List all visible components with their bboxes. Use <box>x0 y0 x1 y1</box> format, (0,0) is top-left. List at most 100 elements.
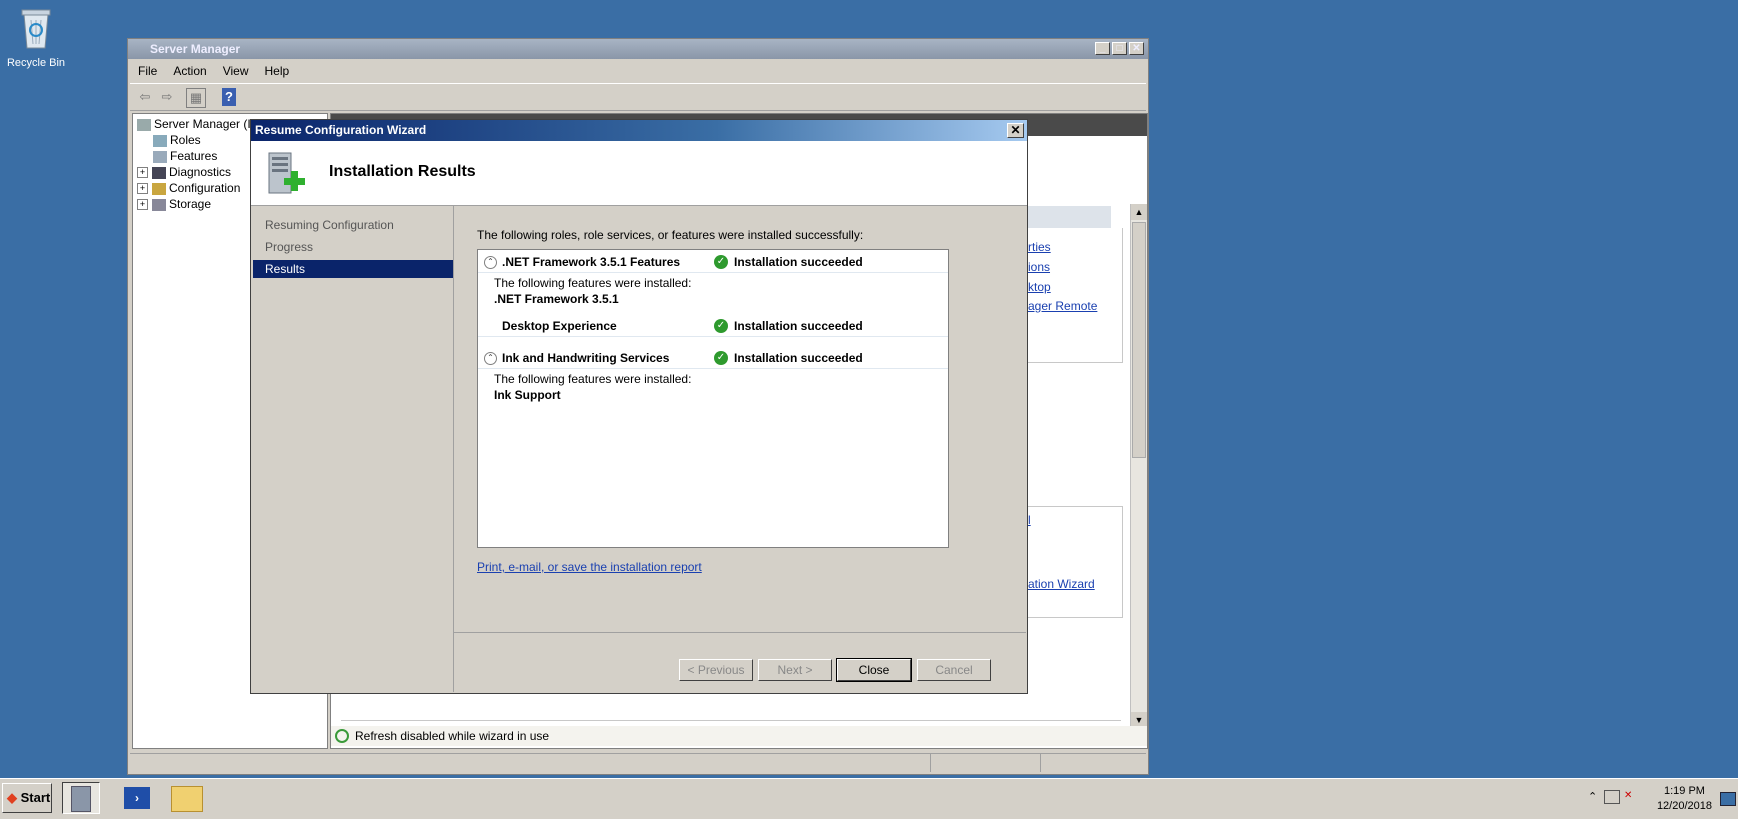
nav-step-results[interactable]: Results <box>253 260 453 278</box>
forward-arrow-icon[interactable]: ⇨ <box>158 88 176 106</box>
help-icon[interactable]: ? <box>222 88 236 106</box>
features-icon <box>153 150 167 163</box>
speaker-muted-icon[interactable]: ✕ <box>1624 790 1638 802</box>
result-sub-item: .NET Framework 3.5.1 <box>494 292 619 306</box>
scroll-thumb[interactable] <box>1132 222 1146 458</box>
server-add-icon <box>268 152 305 194</box>
recycle-bin-icon <box>21 9 51 49</box>
powershell-icon: › <box>124 787 150 809</box>
collapse-icon[interactable]: ⌃ <box>484 256 497 269</box>
tree-item-roles[interactable]: Roles <box>153 132 201 148</box>
status-divider <box>1040 754 1041 772</box>
result-sub-item: Ink Support <box>494 388 561 402</box>
taskbar: ◆ Start › ⌃ ✕ 1:19 PM 12/20/2018 <box>0 778 1738 819</box>
result-row: Desktop Experience ✓ Installation succee… <box>478 316 948 337</box>
menu-bar: File Action View Help <box>130 61 1146 81</box>
start-button[interactable]: ◆ Start <box>2 783 52 813</box>
installation-report-link[interactable]: Print, e-mail, or save the installation … <box>477 560 702 574</box>
wizard-titlebar[interactable]: Resume Configuration Wizard ✕ <box>251 120 1027 141</box>
menu-action[interactable]: Action <box>165 61 214 81</box>
result-name: .NET Framework 3.5.1 Features <box>502 255 681 269</box>
show-desktop-icon[interactable] <box>1720 792 1736 806</box>
menu-file[interactable]: File <box>130 61 165 81</box>
clock-time: 1:19 PM <box>1663 785 1705 797</box>
result-status: Installation succeeded <box>734 351 863 365</box>
storage-icon <box>152 198 166 211</box>
expand-icon[interactable]: + <box>137 183 148 195</box>
nav-step-resuming-configuration[interactable]: Resuming Configuration <box>253 216 453 234</box>
results-intro-text: The following roles, role services, or f… <box>477 228 864 242</box>
resume-configuration-wizard-dialog: Resume Configuration Wizard ✕ Installati… <box>250 119 1028 694</box>
action-link-configurations[interactable]: ions <box>1028 260 1050 274</box>
taskbar-explorer[interactable] <box>168 782 206 814</box>
network-icon[interactable] <box>1604 790 1620 804</box>
server-manager-titlebar[interactable]: Server Manager _ □ ✕ <box>128 39 1148 59</box>
system-tray: ⌃ ✕ 1:19 PM 12/20/2018 <box>1588 782 1738 816</box>
result-sub-label: The following features were installed: <box>494 372 692 386</box>
recycle-bin-label: Recycle Bin <box>6 57 66 69</box>
result-status: Installation succeeded <box>734 319 863 333</box>
scroll-up-icon[interactable]: ▲ <box>1131 204 1147 220</box>
clock[interactable]: 1:19 PM 12/20/2018 <box>1657 784 1712 814</box>
start-label: Start <box>20 790 51 805</box>
window-controls: _ □ ✕ <box>1095 42 1144 55</box>
result-sub-label: The following features were installed: <box>494 276 692 290</box>
server-icon <box>137 118 151 131</box>
maximize-button[interactable]: □ <box>1112 42 1127 55</box>
wizard-content: The following roles, role services, or f… <box>454 206 1026 632</box>
results-list: ⌃ .NET Framework 3.5.1 Features ✓ Instal… <box>477 249 949 548</box>
action-link-desktop[interactable]: ktop <box>1028 280 1051 294</box>
actions-box-1: rties ions ktop ager Remote <box>1021 228 1123 363</box>
tree-item-storage[interactable]: + Storage <box>137 196 211 212</box>
roles-icon <box>153 134 167 147</box>
cancel-button[interactable]: Cancel <box>917 659 991 681</box>
action-link-manager-remote[interactable]: ager Remote <box>1028 299 1097 313</box>
taskbar-server-manager[interactable] <box>62 782 100 814</box>
configuration-icon <box>152 182 166 195</box>
back-arrow-icon[interactable]: ⇦ <box>136 88 154 106</box>
actions-box-2: l ation Wizard <box>1021 506 1123 618</box>
action-link-configuration-wizard[interactable]: ation Wizard <box>1028 577 1095 591</box>
refresh-status: Refresh disabled while wizard in use <box>331 726 1147 746</box>
recycle-bin-desktop-icon[interactable]: Recycle Bin <box>6 6 66 69</box>
wizard-step-nav: Resuming Configuration Progress Results <box>253 206 454 692</box>
tree-item-features[interactable]: Features <box>153 148 217 164</box>
result-row: ⌃ .NET Framework 3.5.1 Features ✓ Instal… <box>478 252 948 273</box>
success-check-icon: ✓ <box>714 351 728 365</box>
previous-button[interactable]: < Previous <box>679 659 753 681</box>
taskbar-powershell[interactable]: › <box>118 782 156 814</box>
window-title: Server Manager <box>150 42 241 56</box>
tree-item-diagnostics[interactable]: + Diagnostics <box>137 164 231 180</box>
expand-icon[interactable]: + <box>137 199 148 211</box>
close-button[interactable]: Close <box>836 658 912 682</box>
toolbar: ⇦ ⇨ ▦ ? <box>130 83 1146 111</box>
show-hidden-icons-icon[interactable]: ⌃ <box>1588 790 1597 803</box>
status-divider <box>930 754 931 772</box>
expand-icon[interactable]: + <box>137 167 148 179</box>
wizard-button-bar: < Previous Next > Close Cancel <box>454 632 1026 693</box>
close-window-button[interactable]: ✕ <box>1129 42 1144 55</box>
action-link-install[interactable]: l <box>1028 513 1031 527</box>
menu-help[interactable]: Help <box>257 61 298 81</box>
menu-view[interactable]: View <box>215 61 257 81</box>
tree-item-configuration[interactable]: + Configuration <box>137 180 240 196</box>
clock-date: 12/20/2018 <box>1656 800 1712 812</box>
success-check-icon: ✓ <box>714 255 728 269</box>
show-hide-console-tree-icon[interactable]: ▦ <box>186 88 206 108</box>
wizard-title: Resume Configuration Wizard <box>255 123 427 137</box>
nav-step-progress[interactable]: Progress <box>253 238 453 256</box>
wizard-heading: Installation Results <box>329 163 476 180</box>
action-link-properties[interactable]: rties <box>1028 240 1051 254</box>
minimize-button[interactable]: _ <box>1095 42 1110 55</box>
wizard-close-icon[interactable]: ✕ <box>1007 123 1024 138</box>
window-status-bar <box>130 753 1146 772</box>
result-name: Desktop Experience <box>502 319 617 333</box>
result-status: Installation succeeded <box>734 255 863 269</box>
result-name: Ink and Handwriting Services <box>502 351 670 365</box>
next-button[interactable]: Next > <box>758 659 832 681</box>
vertical-scrollbar[interactable]: ▲ ▼ <box>1130 204 1147 728</box>
refresh-icon <box>335 729 349 743</box>
collapse-icon[interactable]: ⌃ <box>484 352 497 365</box>
success-check-icon: ✓ <box>714 319 728 333</box>
wizard-header: Installation Results <box>251 141 1027 206</box>
